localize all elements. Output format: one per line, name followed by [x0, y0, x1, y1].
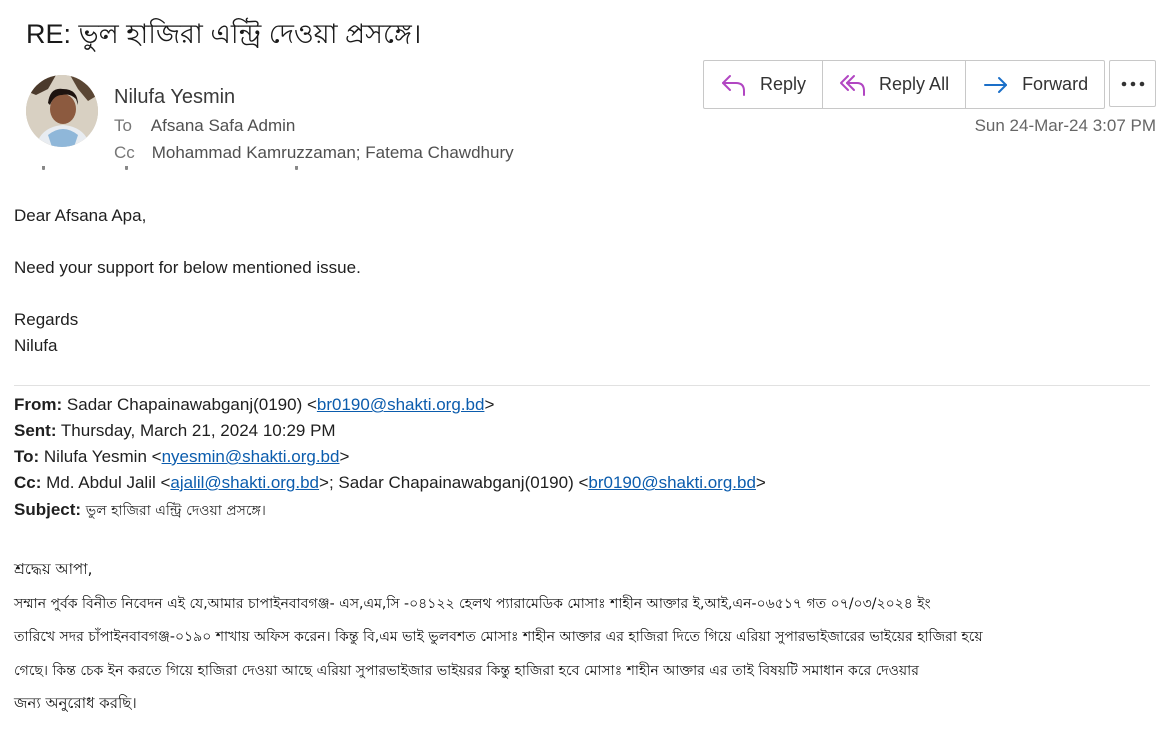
fwd-cc-line: Cc: Md. Abdul Jalil <ajalil@shakti.org.b… — [14, 473, 766, 493]
more-dots-icon — [1121, 81, 1144, 86]
cc-recipients[interactable]: Mohammad Kamruzzaman; Fatema Chawdhury — [152, 143, 514, 162]
fwd-sent-value: Thursday, March 21, 2024 10:29 PM — [60, 421, 336, 440]
sender-name[interactable]: Nilufa Yesmin — [114, 86, 235, 109]
cc-row: Cc Mohammad Kamruzzaman; Fatema Chawdhur… — [114, 143, 514, 163]
forward-button[interactable]: Forward — [966, 61, 1104, 108]
message-action-bar: Reply Reply All Forward — [703, 60, 1106, 109]
fwd-sent-line: Sent: Thursday, March 21, 2024 10:29 PM — [14, 421, 336, 441]
fwd-from-label: From: — [14, 395, 63, 414]
cc-label: Cc — [114, 143, 135, 162]
fwd-to-name: Nilufa Yesmin < — [43, 447, 162, 466]
fwd-cc-tail: > — [755, 473, 766, 492]
bangla-line-1: সম্মান পুর্বক বিনীত নিবেদন এই যে,আমার চা… — [14, 596, 931, 612]
fwd-cc-name1: Md. Abdul Jalil < — [46, 473, 171, 492]
body-signature: Nilufa — [14, 336, 58, 355]
bangla-line-2: তারিখে সদর চাঁপাইনবাবগঞ্জ-০১৯০ শাখায় অফ… — [14, 629, 983, 645]
reply-all-label: Reply All — [879, 74, 950, 94]
fwd-subject-value: ভুল হাজিরা এন্ট্রি দেওয়া প্রসঙ্গে। — [85, 503, 266, 519]
forward-label: Forward — [1022, 74, 1089, 94]
fwd-subject-label: Subject: — [14, 500, 82, 519]
email-subject-title: RE: ভুল হাজিরা এন্ট্রি দেওয়া প্রসঙ্গে। — [26, 19, 422, 49]
fwd-cc-email2-link[interactable]: br0190@shakti.org.bd — [588, 473, 756, 492]
fwd-from-email-link[interactable]: br0190@shakti.org.bd — [317, 395, 485, 414]
fwd-to-line: To: Nilufa Yesmin <nyesmin@shakti.org.bd… — [14, 447, 349, 467]
reply-all-button[interactable]: Reply All — [823, 61, 967, 108]
fwd-to-label: To: — [14, 447, 40, 466]
body-request: Need your support for below mentioned is… — [14, 258, 361, 277]
fwd-from-tail: > — [484, 395, 495, 414]
reply-all-arrow-icon — [840, 74, 866, 96]
to-recipients[interactable]: Afsana Safa Admin — [151, 116, 296, 135]
fwd-to-tail: > — [339, 447, 350, 466]
fwd-from-name: Sadar Chapainawabganj(0190) < — [66, 395, 317, 414]
fwd-cc-label: Cc: — [14, 473, 42, 492]
bangla-line-4: জন্য অনুরোধ করছি। — [14, 694, 137, 712]
sent-date: Sun 24-Mar-24 3:07 PM — [974, 116, 1156, 135]
fwd-cc-email1-link[interactable]: ajalil@shakti.org.bd — [170, 473, 319, 492]
fwd-subject-line: Subject: ভুল হাজিরা এন্ট্রি দেওয়া প্রসঙ… — [14, 499, 266, 523]
to-row: To Afsana Safa Admin — [114, 116, 295, 136]
clipped-text-remnant — [30, 166, 310, 172]
body-greeting: Dear Afsana Apa, — [14, 206, 147, 225]
reply-button[interactable]: Reply — [704, 61, 824, 108]
more-actions-button[interactable] — [1109, 60, 1156, 107]
fwd-sent-label: Sent: — [14, 421, 57, 440]
fwd-to-email-link[interactable]: nyesmin@shakti.org.bd — [162, 447, 340, 466]
forward-arrow-icon — [984, 76, 1008, 93]
body-regards: Regards — [14, 310, 79, 329]
bangla-line-3: গেছে। কিন্ত চেক ইন করতে গিয়ে হাজিরা দেও… — [14, 663, 919, 679]
reply-arrow-icon — [722, 74, 745, 96]
bangla-salutation: শ্রদ্ধেয় আপা, — [14, 560, 93, 578]
fwd-from-line: From: Sadar Chapainawabganj(0190) <br019… — [14, 395, 494, 415]
reply-divider — [14, 385, 1150, 386]
avatar[interactable] — [26, 75, 98, 147]
fwd-cc-mid: >; Sadar Chapainawabganj(0190) < — [319, 473, 589, 492]
to-label: To — [114, 116, 132, 135]
reply-label: Reply — [760, 74, 807, 94]
